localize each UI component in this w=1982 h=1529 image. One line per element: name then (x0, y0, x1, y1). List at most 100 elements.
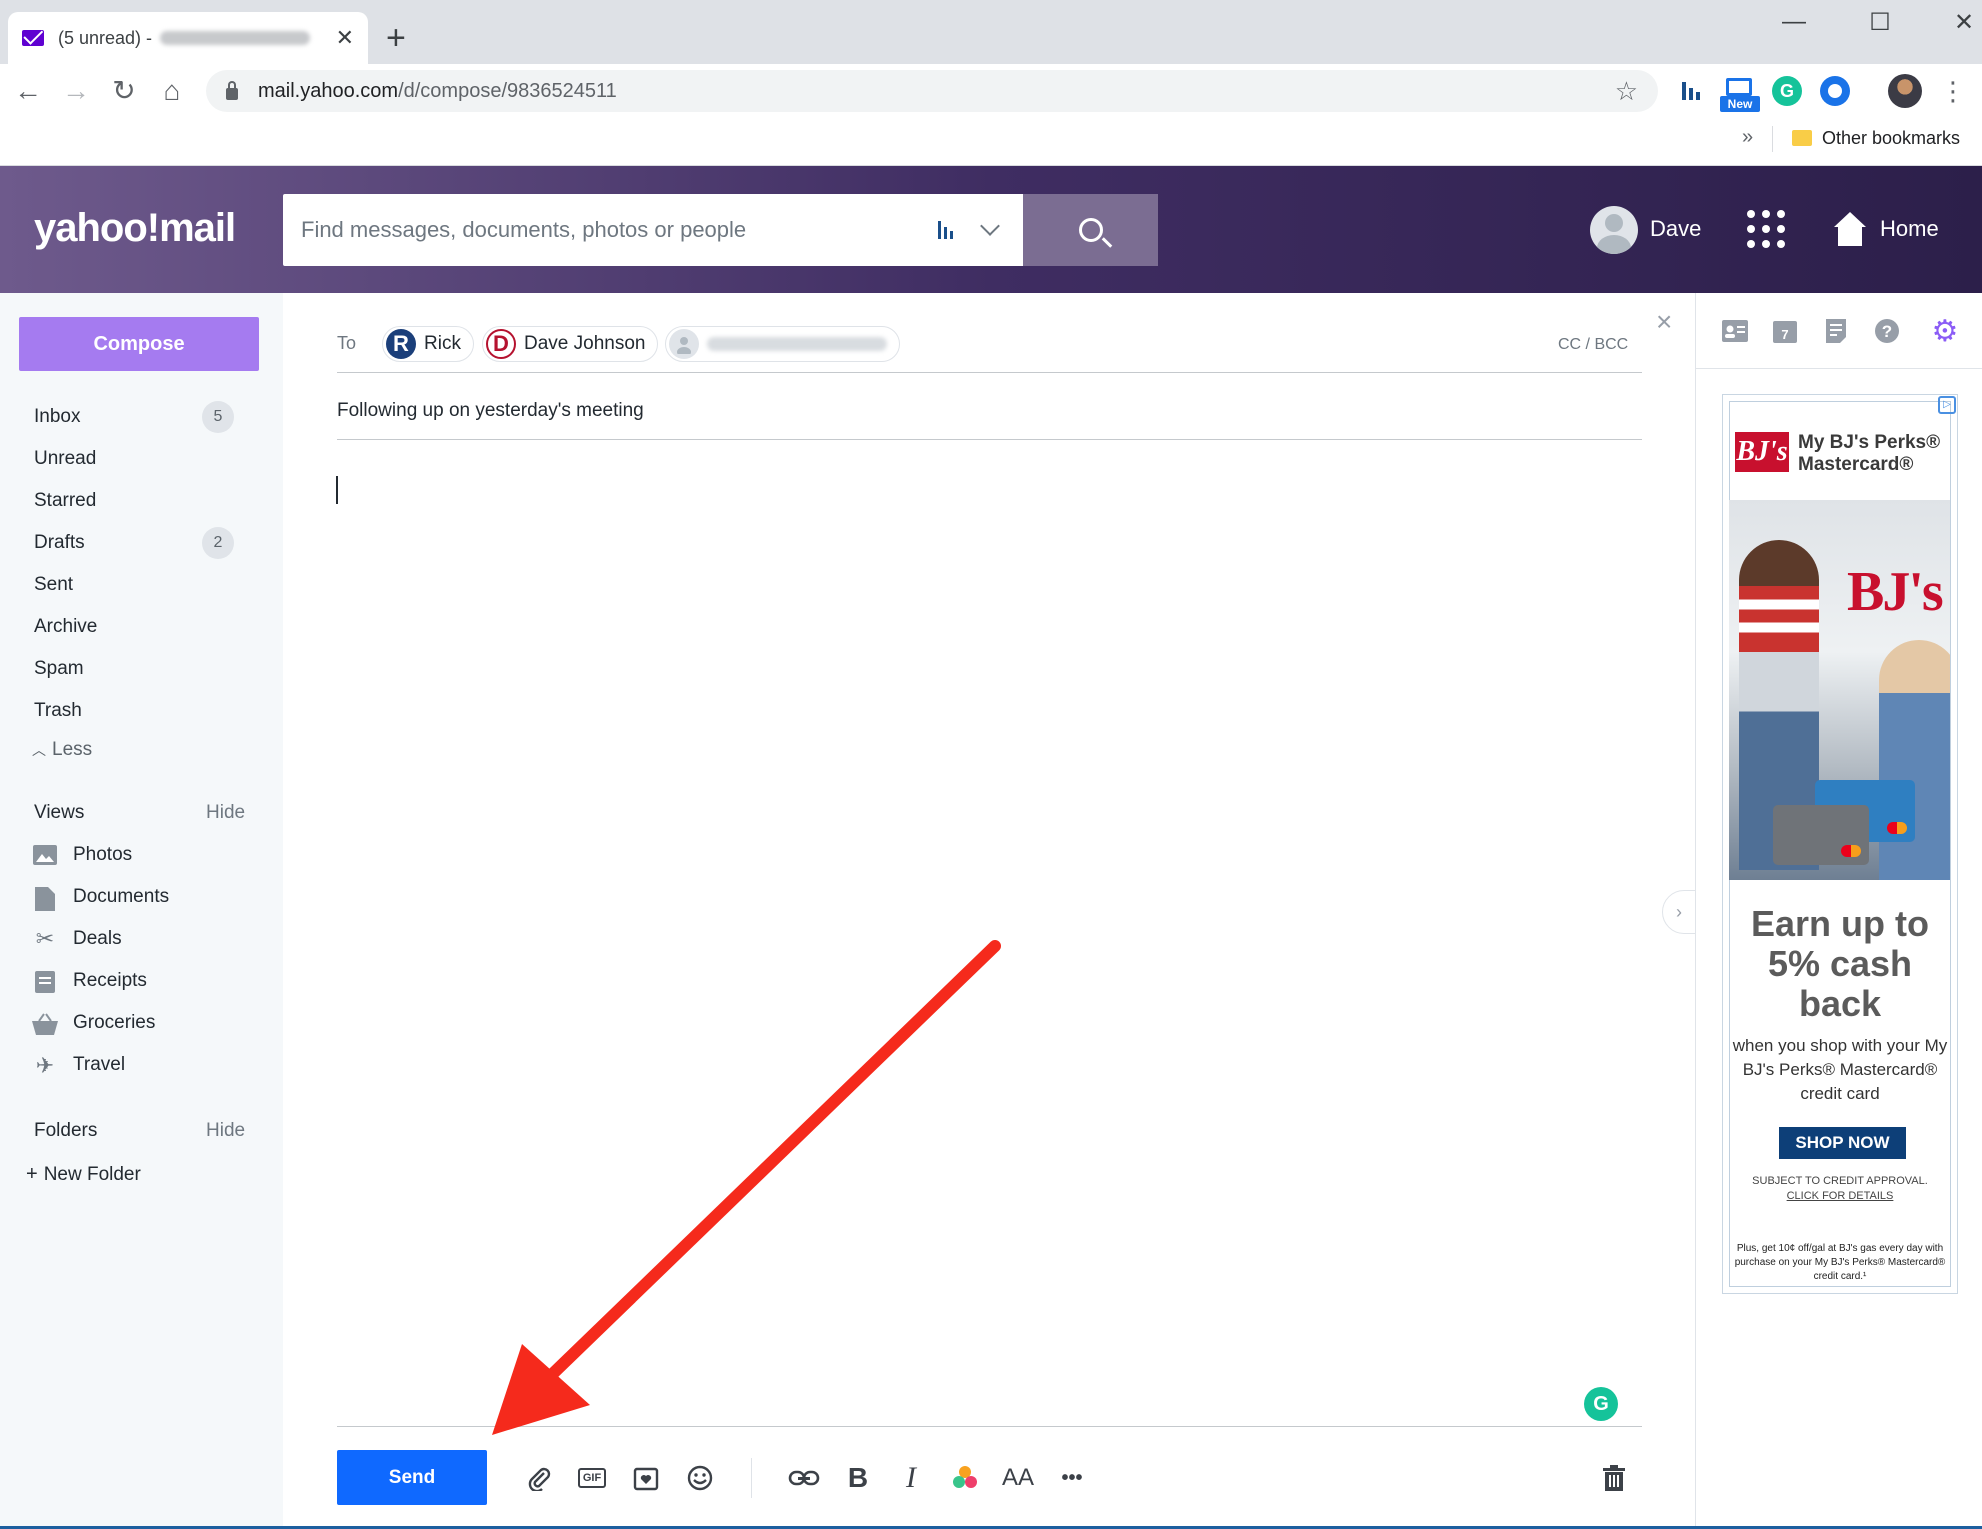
profile-avatar[interactable] (1888, 74, 1922, 108)
subject-field[interactable]: Following up on yesterday's meeting (337, 400, 644, 422)
sidebar-item-inbox[interactable]: Inbox (34, 402, 80, 432)
home-link[interactable]: Home (1880, 216, 1939, 242)
bold-icon[interactable]: B (840, 1460, 876, 1496)
text-color-icon[interactable] (947, 1460, 983, 1496)
plus-icon: + (26, 1163, 38, 1185)
sidebar-item-spam[interactable]: Spam (34, 654, 84, 684)
sidebar-item-unread[interactable]: Unread (34, 444, 96, 474)
less-label: Less (52, 739, 93, 760)
extension-new-icon[interactable]: New (1720, 78, 1760, 112)
gif-label: GIF (577, 1468, 607, 1488)
text-cursor (336, 476, 338, 504)
sidebar-less-toggle[interactable]: ︿ Less (32, 735, 92, 765)
cc-bcc-toggle[interactable]: CC / BCC (1558, 336, 1628, 354)
grammarly-icon[interactable]: G (1584, 1387, 1618, 1421)
ad-fine-print: Plus, get 10¢ off/gal at BJ's gas every … (1734, 1243, 1946, 1282)
ad-store-sign: BJ's (1847, 561, 1944, 623)
calendar-icon[interactable]: 7 (1770, 316, 1800, 346)
sidebar-item-starred[interactable]: Starred (34, 486, 96, 516)
url-host: mail.yahoo.com (258, 79, 399, 102)
browser-menu-icon[interactable]: ⋮ (1940, 74, 1966, 108)
more-options-icon[interactable]: ••• (1054, 1460, 1090, 1496)
ad-photo-person (1879, 640, 1950, 880)
ad-photo: BJ's (1729, 500, 1950, 880)
new-tab-button[interactable]: + (386, 18, 406, 58)
italic-icon[interactable]: I (893, 1460, 929, 1496)
link-icon[interactable] (786, 1460, 822, 1496)
ad-shop-now-button[interactable]: SHOP NOW (1779, 1127, 1906, 1159)
tab-title: (5 unread) - (58, 27, 153, 48)
inbox-count-badge: 5 (202, 401, 234, 433)
sidebar-item-receipts[interactable]: Receipts (73, 970, 147, 992)
to-label: To (337, 333, 357, 353)
views-hide-button[interactable]: Hide (206, 802, 245, 824)
sidebar-item-trash[interactable]: Trash (34, 696, 82, 726)
reload-icon[interactable]: ↻ (106, 74, 142, 108)
window-minimize-button[interactable]: — (1774, 8, 1814, 36)
adchoices-icon[interactable]: ▷ (1938, 396, 1956, 414)
recipient-chip[interactable]: R Rick (382, 326, 474, 362)
new-folder-label: New Folder (43, 1164, 141, 1185)
sidebar-item-sent[interactable]: Sent (34, 570, 73, 600)
document-icon (32, 887, 58, 911)
yahoo-mail-logo[interactable]: yahoo!mail (34, 206, 236, 251)
home-icon[interactable] (1832, 210, 1868, 248)
sidebar-item-archive[interactable]: Archive (34, 612, 97, 642)
plane-icon: ✈ (35, 1053, 55, 1078)
ad-details-link[interactable]: CLICK FOR DETAILS (1729, 1189, 1951, 1204)
address-bar[interactable]: mail.yahoo.com/d/compose/9836524511 ☆ (206, 70, 1658, 112)
svg-text:7: 7 (1781, 327, 1788, 342)
notepad-icon[interactable] (1821, 316, 1851, 346)
search-input[interactable]: Find messages, documents, photos or peop… (283, 194, 1023, 266)
apps-grid-icon[interactable] (1747, 210, 1785, 248)
sidebar-item-travel[interactable]: Travel (73, 1054, 125, 1076)
window-maximize-button[interactable]: ☐ (1860, 8, 1900, 37)
attachment-icon[interactable] (521, 1460, 557, 1496)
folders-hide-button[interactable]: Hide (206, 1120, 245, 1142)
tab-close-icon[interactable]: ✕ (336, 25, 354, 51)
sticker-icon[interactable] (628, 1460, 664, 1496)
settings-gear-icon[interactable]: ⚙ (1930, 315, 1960, 348)
compose-button[interactable]: Compose (19, 317, 259, 371)
recipient-chip[interactable] (665, 326, 900, 362)
sidebar-item-photos[interactable]: Photos (73, 844, 132, 866)
help-icon[interactable]: ? (1872, 316, 1902, 346)
message-body-editor[interactable] (337, 470, 1642, 1420)
forward-arrow-icon[interactable]: → (58, 74, 94, 108)
extension-circle-icon[interactable] (1820, 76, 1850, 106)
recipient-chip[interactable]: D Dave Johnson (482, 326, 659, 362)
font-size-icon[interactable]: AA (1000, 1460, 1036, 1496)
close-compose-icon[interactable]: × (1656, 306, 1672, 338)
search-icon (1078, 218, 1103, 242)
grammarly-extension-icon[interactable]: G (1772, 76, 1802, 106)
yahoo-mail-favicon-icon (22, 30, 44, 46)
folders-header: Folders (34, 1120, 98, 1141)
back-arrow-icon[interactable]: ← (10, 74, 46, 108)
sidebar-item-groceries[interactable]: Groceries (73, 1012, 155, 1034)
sidebar-item-documents[interactable]: Documents (73, 886, 169, 908)
sidebar-item-drafts[interactable]: Drafts (34, 528, 85, 558)
ad-credit-approval: SUBJECT TO CREDIT APPROVAL. (1752, 1175, 1928, 1187)
new-folder-button[interactable]: + New Folder (26, 1159, 141, 1189)
search-button[interactable] (1023, 194, 1158, 266)
search-extension-icon[interactable] (938, 221, 953, 239)
emoji-icon[interactable] (682, 1460, 718, 1496)
ad-brand-line-2: Mastercard® (1798, 454, 1914, 475)
sidebar-item-deals[interactable]: Deals (73, 928, 122, 950)
gif-icon[interactable]: GIF (574, 1460, 610, 1496)
contacts-icon[interactable] (1720, 316, 1750, 346)
bookmark-star-icon[interactable]: ☆ (1615, 76, 1638, 107)
send-button[interactable]: Send (337, 1450, 487, 1505)
bookmarks-overflow-icon[interactable]: » (1742, 126, 1753, 149)
trash-icon[interactable] (1596, 1460, 1632, 1496)
user-name[interactable]: Dave (1650, 216, 1701, 242)
other-bookmarks[interactable]: Other bookmarks (1822, 128, 1960, 149)
user-avatar[interactable] (1590, 206, 1638, 254)
extension-bars-icon[interactable] (1676, 76, 1706, 106)
home-icon[interactable]: ⌂ (154, 74, 190, 108)
window-close-button[interactable]: ✕ (1944, 8, 1982, 37)
extension-new-badge: New (1720, 96, 1760, 112)
chevron-down-icon[interactable] (980, 216, 1000, 236)
ad-brand-name: My BJ's Perks® Mastercard® (1798, 432, 1940, 476)
browser-tab[interactable]: (5 unread) - ✕ (8, 12, 368, 64)
